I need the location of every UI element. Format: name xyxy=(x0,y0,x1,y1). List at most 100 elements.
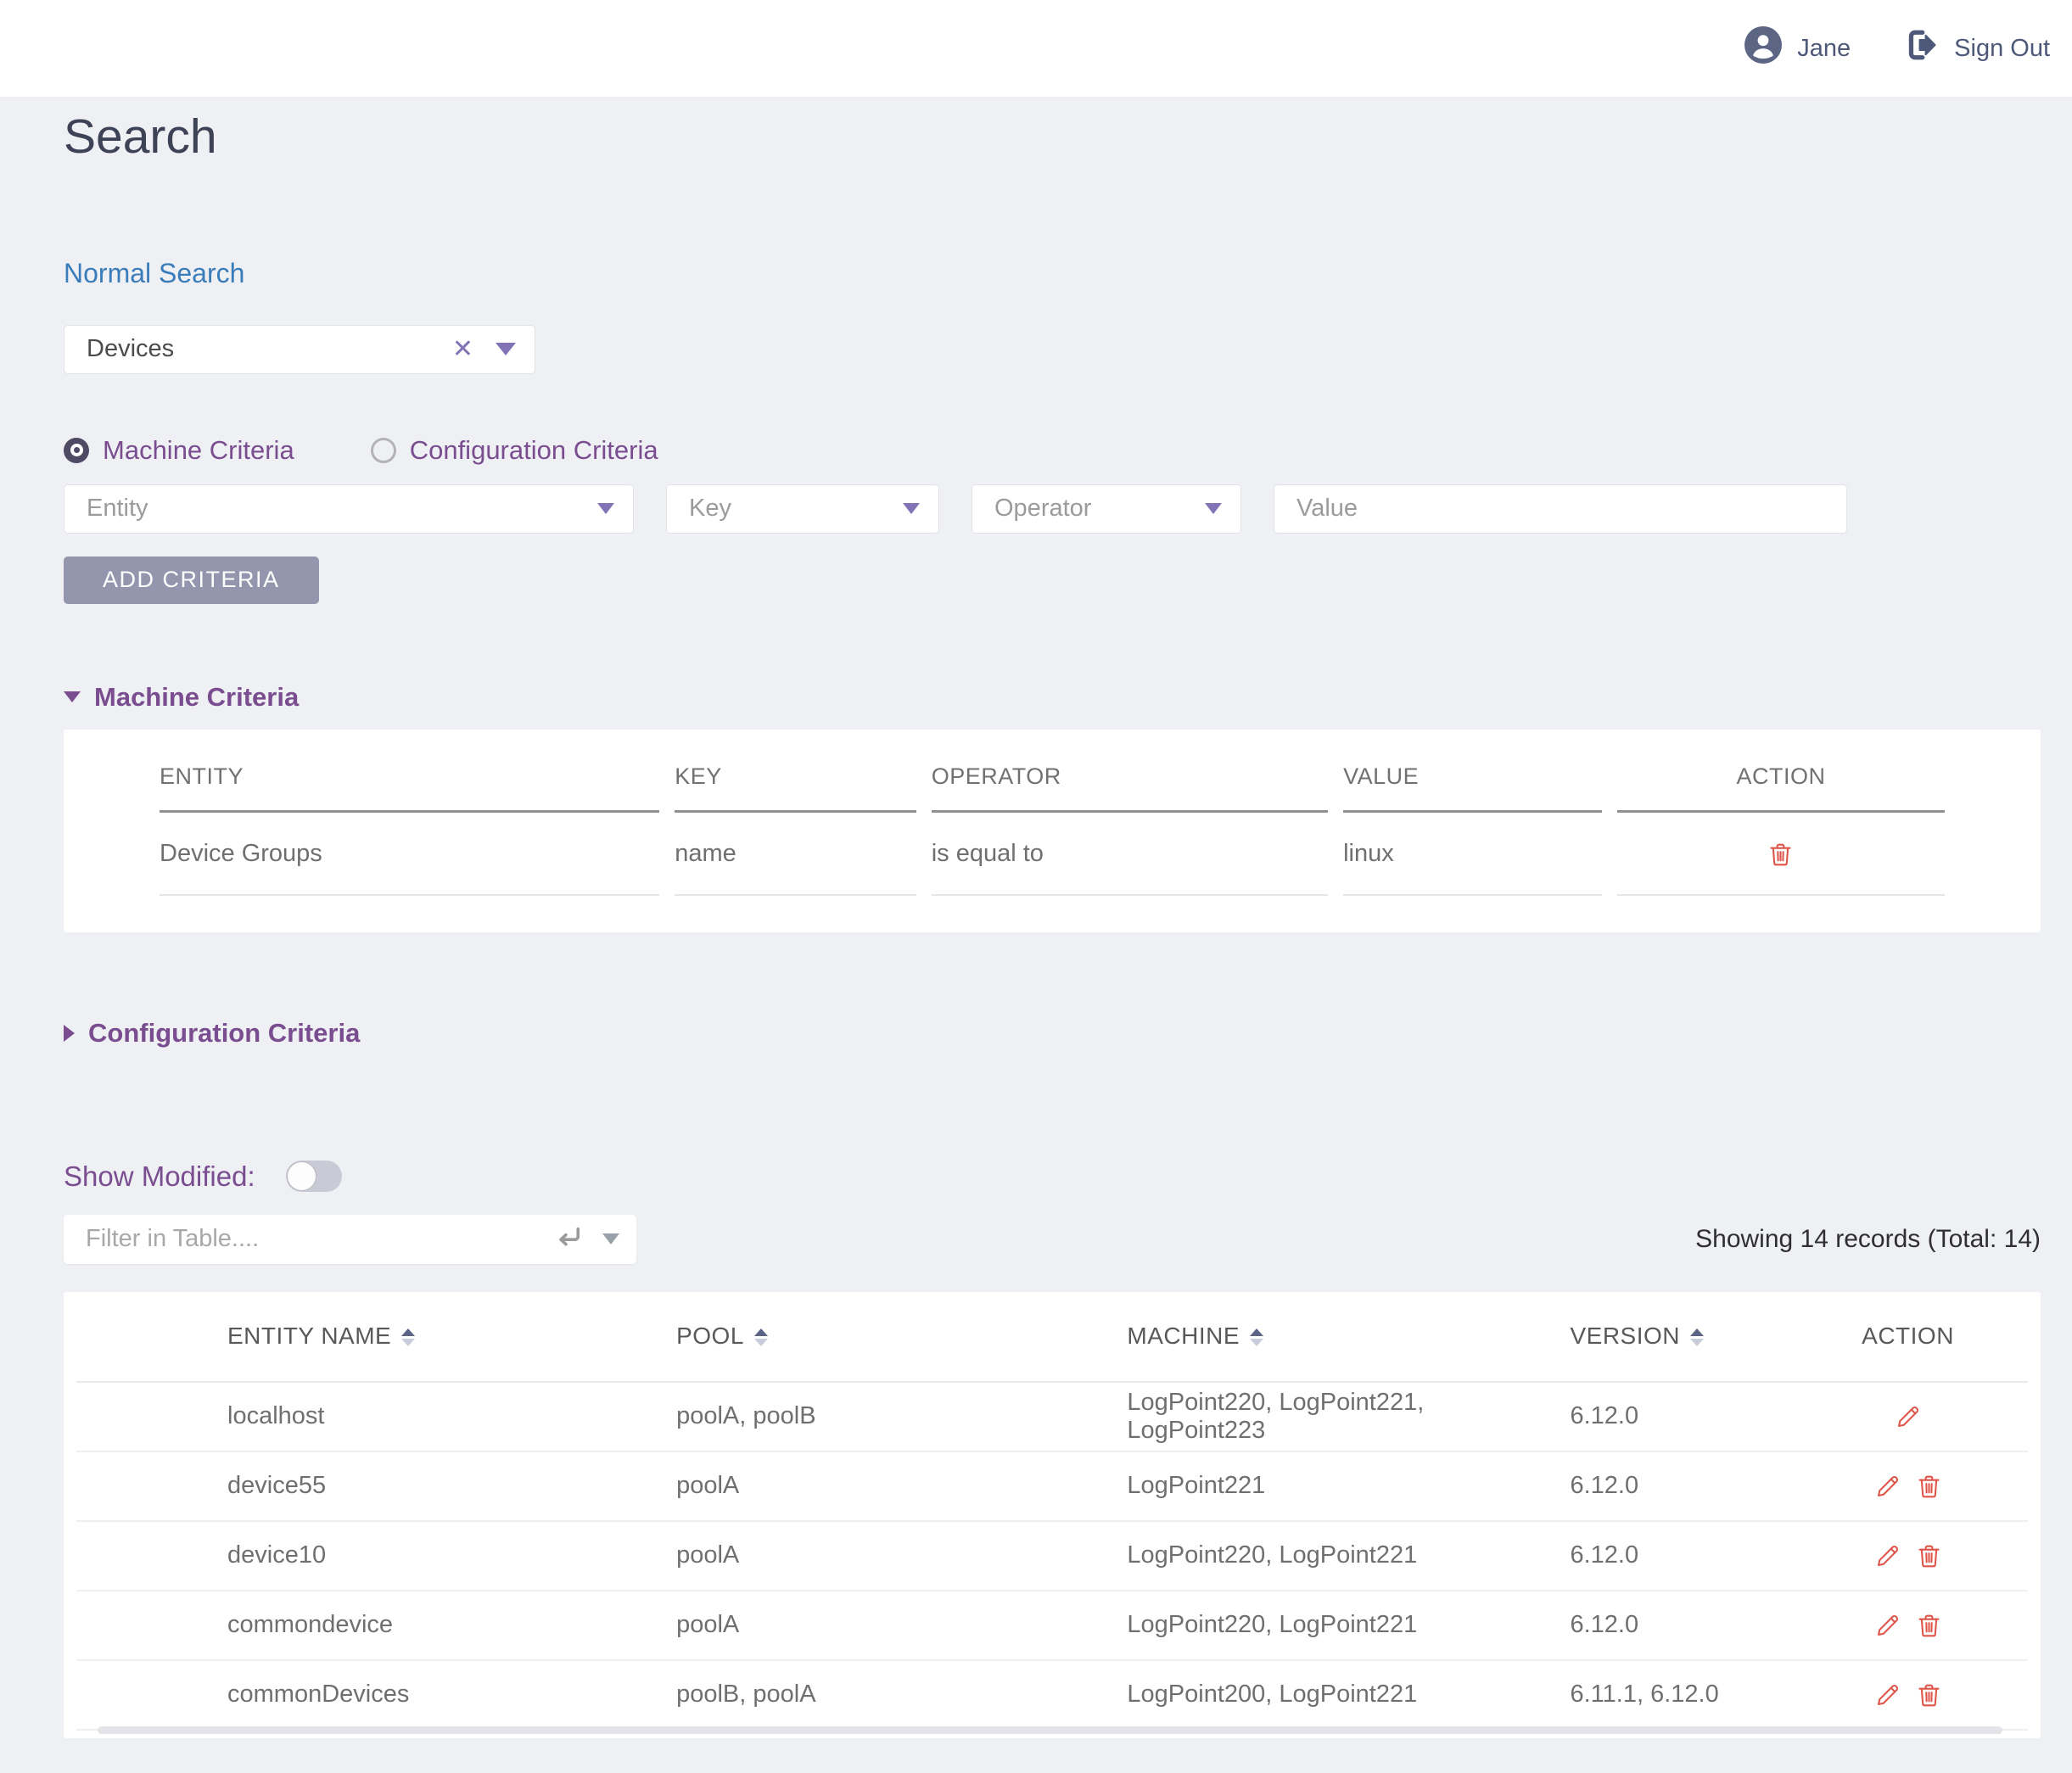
cell-action xyxy=(1788,1521,2028,1591)
radio-configuration-criteria[interactable]: Configuration Criteria xyxy=(371,435,658,466)
results-header-row: ENTITY NAME POOL MACHINE VERSION ACTION xyxy=(76,1292,2028,1382)
results-column-header[interactable]: MACHINE xyxy=(1126,1292,1569,1382)
edit-icon[interactable] xyxy=(1873,1542,1901,1570)
column-label: POOL xyxy=(676,1323,744,1349)
cell-entity_name: commondevice xyxy=(76,1591,675,1660)
horizontal-scrollbar[interactable] xyxy=(98,1726,2002,1734)
table-filter-input[interactable] xyxy=(64,1215,636,1264)
sort-icon[interactable] xyxy=(754,1328,768,1346)
radio-machine-criteria[interactable]: Machine Criteria xyxy=(64,435,294,466)
show-modified-label: Show Modified: xyxy=(64,1161,255,1193)
device-type-value: Devices xyxy=(87,335,174,363)
cell-pool: poolA, poolB xyxy=(675,1382,1126,1451)
results-column-header[interactable]: POOL xyxy=(675,1292,1126,1382)
table-row: localhostpoolA, poolBLogPoint220, LogPoi… xyxy=(76,1382,2028,1451)
radio-selected-icon xyxy=(64,438,89,463)
page-title: Search xyxy=(64,112,2041,163)
radio-label: Machine Criteria xyxy=(103,435,294,466)
criteria-type-radios: Machine Criteria Configuration Criteria xyxy=(64,435,2041,466)
cell-action xyxy=(1788,1591,2028,1660)
device-type-select[interactable]: Devices ✕ xyxy=(64,325,535,374)
value-input[interactable] xyxy=(1274,484,1847,534)
criteria-cell-value: linux xyxy=(1343,813,1602,896)
sign-out-button[interactable]: Sign Out xyxy=(1903,27,2050,70)
table-row: commonDevicespoolB, poolALogPoint200, Lo… xyxy=(76,1660,2028,1730)
delete-icon[interactable] xyxy=(1915,1473,1943,1501)
results-column-header[interactable]: ENTITY NAME xyxy=(76,1292,675,1382)
cell-version: 6.12.0 xyxy=(1569,1451,1788,1521)
cell-version: 6.12.0 xyxy=(1569,1591,1788,1660)
chevron-down-icon[interactable] xyxy=(496,343,516,355)
cell-machine: LogPoint221 xyxy=(1126,1451,1569,1521)
sort-icon[interactable] xyxy=(1690,1328,1704,1346)
criteria-column-header: VALUE xyxy=(1343,763,1602,813)
clear-selection-icon[interactable]: ✕ xyxy=(452,337,473,362)
cell-machine: LogPoint220, LogPoint221, LogPoint223 xyxy=(1126,1382,1569,1451)
machine-criteria-table: ENTITY KEY OPERATOR VALUE ACTION Device Grou… xyxy=(144,763,1960,896)
chevron-down-icon[interactable] xyxy=(903,503,920,514)
column-label: ACTION xyxy=(1862,1323,1954,1349)
criteria-column-header: OPERATOR xyxy=(932,763,1328,813)
cell-action xyxy=(1788,1382,2028,1451)
key-select[interactable]: Key xyxy=(666,484,939,534)
criteria-header-row: ENTITY KEY OPERATOR VALUE ACTION xyxy=(160,763,1945,813)
results-column-header[interactable]: VERSION xyxy=(1569,1292,1788,1382)
chevron-down-icon[interactable] xyxy=(1205,503,1222,514)
cell-pool: poolA xyxy=(675,1591,1126,1660)
collapse-caret-icon xyxy=(64,691,81,702)
add-criteria-button[interactable]: ADD CRITERIA xyxy=(64,557,319,604)
criteria-column-header: KEY xyxy=(675,763,916,813)
cell-pool: poolA xyxy=(675,1451,1126,1521)
chevron-down-icon[interactable] xyxy=(602,1233,619,1244)
cell-machine: LogPoint220, LogPoint221 xyxy=(1126,1521,1569,1591)
section-title: Machine Criteria xyxy=(94,682,299,713)
delete-icon[interactable] xyxy=(1915,1681,1943,1709)
edit-icon[interactable] xyxy=(1873,1681,1901,1709)
chevron-down-icon[interactable] xyxy=(597,503,614,514)
table-row: commondevicepoolALogPoint220, LogPoint22… xyxy=(76,1591,2028,1660)
column-label: MACHINE xyxy=(1127,1323,1240,1349)
criteria-column-header: ACTION xyxy=(1617,763,1945,813)
edit-icon[interactable] xyxy=(1873,1612,1901,1640)
radio-unselected-icon xyxy=(371,438,396,463)
normal-search-link[interactable]: Normal Search xyxy=(64,258,244,289)
edit-icon[interactable] xyxy=(1894,1403,1922,1431)
results-table: ENTITY NAME POOL MACHINE VERSION ACTION loca… xyxy=(76,1292,2028,1731)
filter-icons xyxy=(553,1215,619,1264)
cell-entity_name: commonDevices xyxy=(76,1660,675,1730)
expand-caret-icon xyxy=(64,1025,75,1042)
criteria-cell-operator: is equal to xyxy=(932,813,1328,896)
table-row: device10poolALogPoint220, LogPoint2216.1… xyxy=(76,1521,2028,1591)
entity-select[interactable]: Entity xyxy=(64,484,634,534)
criteria-column-header: ENTITY xyxy=(160,763,659,813)
delete-icon[interactable] xyxy=(1915,1542,1943,1570)
key-select-value: Key xyxy=(689,495,731,523)
cell-pool: poolA xyxy=(675,1521,1126,1591)
machine-criteria-header[interactable]: Machine Criteria xyxy=(64,682,2041,713)
criteria-cell-action xyxy=(1617,813,1945,896)
sort-icon[interactable] xyxy=(1250,1328,1263,1346)
column-label: ENTITY NAME xyxy=(227,1323,391,1349)
enter-icon xyxy=(553,1222,584,1256)
entity-select-value: Entity xyxy=(87,495,148,523)
records-summary: Showing 14 records (Total: 14) xyxy=(1695,1225,2041,1254)
cell-version: 6.12.0 xyxy=(1569,1382,1788,1451)
cell-pool: poolB, poolA xyxy=(675,1660,1126,1730)
edit-icon[interactable] xyxy=(1873,1473,1901,1501)
delete-icon[interactable] xyxy=(1915,1612,1943,1640)
table-row: device55poolALogPoint2216.12.0 xyxy=(76,1451,2028,1521)
criteria-cell-entity: Device Groups xyxy=(160,813,659,896)
cell-machine: LogPoint220, LogPoint221 xyxy=(1126,1591,1569,1660)
delete-icon[interactable] xyxy=(1767,841,1795,869)
configuration-criteria-header[interactable]: Configuration Criteria xyxy=(64,1018,2041,1049)
show-modified-toggle[interactable] xyxy=(286,1161,342,1192)
top-bar: Jane Sign Out xyxy=(0,0,2072,97)
user-chip[interactable]: Jane xyxy=(1744,26,1851,70)
sort-icon[interactable] xyxy=(401,1328,415,1346)
cell-version: 6.12.0 xyxy=(1569,1521,1788,1591)
criteria-builder: Entity Key Operator xyxy=(64,484,2041,534)
toggle-knob xyxy=(287,1161,316,1191)
operator-select[interactable]: Operator xyxy=(972,484,1241,534)
cell-entity_name: device55 xyxy=(76,1451,675,1521)
criteria-table-body: Device Groupsnameis equal tolinux xyxy=(160,813,1945,896)
